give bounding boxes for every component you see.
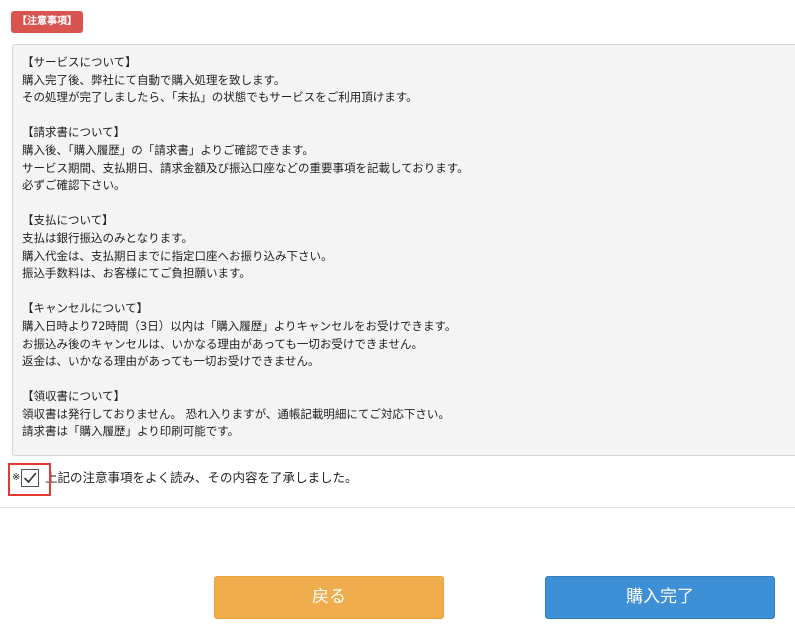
notice-line: 振込手数料は、お客様にてご負担願います。 [22, 266, 251, 281]
notice-line: その処理が完了しましたら、「未払」の状態でもサービスをご利用頂けます。 [22, 90, 418, 105]
notice-section-service: 【サービスについて】 購入完了後、弊社にて自動で購入処理を致します。 その処理が… [22, 54, 795, 107]
notice-line: 【領収書について】 [22, 389, 126, 404]
notice-line: 支払は銀行振込のみとなります。 [22, 230, 194, 245]
notice-section-payment: 【支払について】 支払は銀行振込のみとなります。 購入代金は、支払期日までに指定… [22, 212, 795, 282]
notice-line: 必ずご確認下さい。 [22, 178, 126, 193]
notice-section-cancel: 【キャンセルについて】 購入日時より72時間（3日）以内は「購入履歴」よりキャン… [22, 300, 795, 370]
agreement-label: 上記の注意事項をよく読み、その内容を了承しました。 [45, 470, 358, 485]
notice-line: 【請求書について】 [22, 125, 126, 140]
notice-line: 領収書は発行しておりません。 恐れ入りますが、通帳記載明細にてご対応下さい。 [22, 406, 450, 421]
notice-line: サービス期間、支払期日、請求金額及び振込口座などの重要事項を記載しております。 [22, 160, 469, 175]
divider [0, 507, 795, 508]
agreement-checkbox[interactable] [21, 469, 39, 487]
notice-line: 購入代金は、支払期日までに指定口座へお振り込み下さい。 [22, 248, 333, 263]
notice-line: お振込み後のキャンセルは、いかなる理由があっても一切お受けできません。 [22, 336, 424, 351]
notice-section-invoice: 【請求書について】 購入後、「購入履歴」の「請求書」よりご確認できます。 サービ… [22, 124, 795, 194]
notice-badge: 【注意事項】 [11, 11, 83, 33]
notice-line: 【支払について】 [22, 213, 114, 228]
back-button[interactable]: 戻る [214, 576, 444, 619]
notice-line: 返金は、いかなる理由があっても一切お受けできません。 [22, 354, 320, 369]
notice-line: 【サービスについて】 [22, 55, 137, 69]
notice-line: 請求書は「購入履歴」より印刷可能です。 [22, 424, 240, 439]
notice-line: 【キャンセルについて】 [22, 301, 149, 316]
notice-box: 【サービスについて】 購入完了後、弊社にて自動で購入処理を致します。 その処理が… [12, 44, 795, 456]
check-icon [24, 472, 37, 483]
purchase-complete-button[interactable]: 購入完了 [545, 576, 775, 619]
notice-line: 購入後、「購入履歴」の「請求書」よりご確認できます。 [22, 142, 314, 157]
notice-section-receipt: 【領収書について】 領収書は発行しておりません。 恐れ入りますが、通帳記載明細に… [22, 388, 795, 441]
notice-line: 購入日時より72時間（3日）以内は「購入履歴」よりキャンセルをお受けできます。 [22, 318, 457, 333]
notice-line: 購入完了後、弊社にて自動で購入処理を致します。 [22, 72, 286, 87]
